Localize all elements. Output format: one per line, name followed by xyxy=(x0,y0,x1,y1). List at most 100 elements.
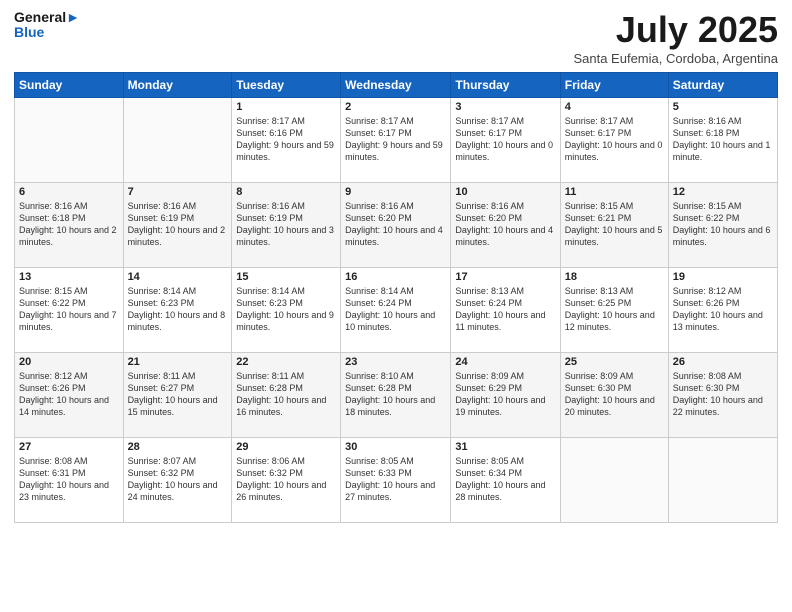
table-row: 25 Sunrise: 8:09 AM Sunset: 6:30 PM Dayli… xyxy=(560,352,668,437)
day-number: 23 xyxy=(345,356,446,368)
day-number: 27 xyxy=(19,441,119,453)
day-number: 7 xyxy=(128,186,228,198)
day-info: Sunrise: 8:13 AM Sunset: 6:25 PM Dayligh… xyxy=(565,285,664,334)
day-number: 30 xyxy=(345,441,446,453)
col-sunday: Sunday xyxy=(15,72,124,97)
day-info: Sunrise: 8:16 AM Sunset: 6:18 PM Dayligh… xyxy=(673,115,773,164)
day-number: 1 xyxy=(236,101,336,113)
table-row: 7 Sunrise: 8:16 AM Sunset: 6:19 PM Daylig… xyxy=(123,182,232,267)
day-number: 18 xyxy=(565,271,664,283)
calendar-header-row: Sunday Monday Tuesday Wednesday Thursday… xyxy=(15,72,778,97)
day-number: 14 xyxy=(128,271,228,283)
logo: General► Blue xyxy=(14,10,80,41)
day-info: Sunrise: 8:14 AM Sunset: 6:23 PM Dayligh… xyxy=(236,285,336,334)
day-number: 29 xyxy=(236,441,336,453)
table-row: 4 Sunrise: 8:17 AM Sunset: 6:17 PM Daylig… xyxy=(560,97,668,182)
table-row: 8 Sunrise: 8:16 AM Sunset: 6:19 PM Daylig… xyxy=(232,182,341,267)
day-number: 8 xyxy=(236,186,336,198)
day-number: 31 xyxy=(455,441,555,453)
calendar-table: Sunday Monday Tuesday Wednesday Thursday… xyxy=(14,72,778,523)
table-row: 10 Sunrise: 8:16 AM Sunset: 6:20 PM Dayli… xyxy=(451,182,560,267)
table-row: 18 Sunrise: 8:13 AM Sunset: 6:25 PM Dayli… xyxy=(560,267,668,352)
day-number: 4 xyxy=(565,101,664,113)
table-row: 27Sunrise: 8:08 AM Sunset: 6:31 PM Dayli… xyxy=(15,437,124,522)
table-row: 23 Sunrise: 8:10 AM Sunset: 6:28 PM Dayli… xyxy=(341,352,451,437)
day-info: Sunrise: 8:10 AM Sunset: 6:28 PM Dayligh… xyxy=(345,370,446,419)
day-info: Sunrise: 8:11 AM Sunset: 6:28 PM Dayligh… xyxy=(236,370,336,419)
day-number: 28 xyxy=(128,441,228,453)
day-info: Sunrise: 8:16 AM Sunset: 6:19 PM Dayligh… xyxy=(236,200,336,249)
day-number: 24 xyxy=(455,356,555,368)
day-number: 6 xyxy=(19,186,119,198)
header: General► Blue July 2025 Santa Eufemia, C… xyxy=(14,10,778,66)
day-info: Sunrise: 8:17 AM Sunset: 6:17 PM Dayligh… xyxy=(565,115,664,164)
table-row: 9 Sunrise: 8:16 AM Sunset: 6:20 PM Daylig… xyxy=(341,182,451,267)
table-row: 30 Sunrise: 8:05 AM Sunset: 6:33 PM Dayli… xyxy=(341,437,451,522)
table-row: 29 Sunrise: 8:06 AM Sunset: 6:32 PM Dayli… xyxy=(232,437,341,522)
day-number: 3 xyxy=(455,101,555,113)
day-info: Sunrise: 8:13 AM Sunset: 6:24 PM Dayligh… xyxy=(455,285,555,334)
day-number: 25 xyxy=(565,356,664,368)
day-number: 12 xyxy=(673,186,773,198)
day-number: 15 xyxy=(236,271,336,283)
title-section: July 2025 Santa Eufemia, Cordoba, Argent… xyxy=(573,10,778,66)
day-number: 13 xyxy=(19,271,119,283)
day-info: Sunrise: 8:09 AM Sunset: 6:29 PM Dayligh… xyxy=(455,370,555,419)
table-row: 28 Sunrise: 8:07 AM Sunset: 6:32 PM Dayli… xyxy=(123,437,232,522)
table-row: 20 Sunrise: 8:12 AM Sunset: 6:26 PM Dayli… xyxy=(15,352,124,437)
day-number: 21 xyxy=(128,356,228,368)
day-info: Sunrise: 8:14 AM Sunset: 6:24 PM Dayligh… xyxy=(345,285,446,334)
day-info: Sunrise: 8:09 AM Sunset: 6:30 PM Dayligh… xyxy=(565,370,664,419)
calendar-week-row: 1 Sunrise: 8:17 AM Sunset: 6:16 PM Daylig… xyxy=(15,97,778,182)
day-number: 20 xyxy=(19,356,119,368)
day-info: Sunrise: 8:16 AM Sunset: 6:19 PM Dayligh… xyxy=(128,200,228,249)
day-info: Sunrise: 8:17 AM Sunset: 6:17 PM Dayligh… xyxy=(345,115,446,164)
day-info: Sunrise: 8:06 AM Sunset: 6:32 PM Dayligh… xyxy=(236,455,336,504)
col-saturday: Saturday xyxy=(668,72,777,97)
day-info: Sunrise: 8:05 AM Sunset: 6:33 PM Dayligh… xyxy=(345,455,446,504)
table-row: 2 Sunrise: 8:17 AM Sunset: 6:17 PM Daylig… xyxy=(341,97,451,182)
calendar-week-row: 6 Sunrise: 8:16 AM Sunset: 6:18 PM Daylig… xyxy=(15,182,778,267)
table-row: 11 Sunrise: 8:15 AM Sunset: 6:21 PM Dayli… xyxy=(560,182,668,267)
day-info: Sunrise: 8:16 AM Sunset: 6:20 PM Dayligh… xyxy=(345,200,446,249)
calendar-week-row: 13Sunrise: 8:15 AM Sunset: 6:22 PM Dayli… xyxy=(15,267,778,352)
day-number: 17 xyxy=(455,271,555,283)
day-number: 26 xyxy=(673,356,773,368)
day-info: Sunrise: 8:12 AM Sunset: 6:26 PM Dayligh… xyxy=(19,370,119,419)
col-monday: Monday xyxy=(123,72,232,97)
day-info: Sunrise: 8:08 AM Sunset: 6:30 PM Dayligh… xyxy=(673,370,773,419)
table-row: 22 Sunrise: 8:11 AM Sunset: 6:28 PM Dayli… xyxy=(232,352,341,437)
col-friday: Friday xyxy=(560,72,668,97)
day-info: Sunrise: 8:15 AM Sunset: 6:21 PM Dayligh… xyxy=(565,200,664,249)
table-row: 19 Sunrise: 8:12 AM Sunset: 6:26 PM Dayli… xyxy=(668,267,777,352)
day-info: Sunrise: 8:17 AM Sunset: 6:17 PM Dayligh… xyxy=(455,115,555,164)
table-row: 15 Sunrise: 8:14 AM Sunset: 6:23 PM Dayli… xyxy=(232,267,341,352)
col-wednesday: Wednesday xyxy=(341,72,451,97)
table-row: 6 Sunrise: 8:16 AM Sunset: 6:18 PM Daylig… xyxy=(15,182,124,267)
day-number: 9 xyxy=(345,186,446,198)
location: Santa Eufemia, Cordoba, Argentina xyxy=(573,51,778,66)
table-row xyxy=(123,97,232,182)
day-info: Sunrise: 8:16 AM Sunset: 6:18 PM Dayligh… xyxy=(19,200,119,249)
table-row: 3 Sunrise: 8:17 AM Sunset: 6:17 PM Daylig… xyxy=(451,97,560,182)
day-info: Sunrise: 8:16 AM Sunset: 6:20 PM Dayligh… xyxy=(455,200,555,249)
day-number: 2 xyxy=(345,101,446,113)
table-row: 24 Sunrise: 8:09 AM Sunset: 6:29 PM Dayli… xyxy=(451,352,560,437)
day-info: Sunrise: 8:12 AM Sunset: 6:26 PM Dayligh… xyxy=(673,285,773,334)
day-info: Sunrise: 8:17 AM Sunset: 6:16 PM Dayligh… xyxy=(236,115,336,164)
day-number: 19 xyxy=(673,271,773,283)
table-row: 13Sunrise: 8:15 AM Sunset: 6:22 PM Dayli… xyxy=(15,267,124,352)
day-number: 10 xyxy=(455,186,555,198)
table-row: 16 Sunrise: 8:14 AM Sunset: 6:24 PM Dayli… xyxy=(341,267,451,352)
calendar-week-row: 27Sunrise: 8:08 AM Sunset: 6:31 PM Dayli… xyxy=(15,437,778,522)
day-number: 5 xyxy=(673,101,773,113)
day-number: 11 xyxy=(565,186,664,198)
calendar-week-row: 20 Sunrise: 8:12 AM Sunset: 6:26 PM Dayli… xyxy=(15,352,778,437)
day-info: Sunrise: 8:15 AM Sunset: 6:22 PM Dayligh… xyxy=(673,200,773,249)
day-info: Sunrise: 8:07 AM Sunset: 6:32 PM Dayligh… xyxy=(128,455,228,504)
day-number: 22 xyxy=(236,356,336,368)
table-row xyxy=(560,437,668,522)
table-row xyxy=(15,97,124,182)
day-number: 16 xyxy=(345,271,446,283)
table-row: 21Sunrise: 8:11 AM Sunset: 6:27 PM Dayli… xyxy=(123,352,232,437)
